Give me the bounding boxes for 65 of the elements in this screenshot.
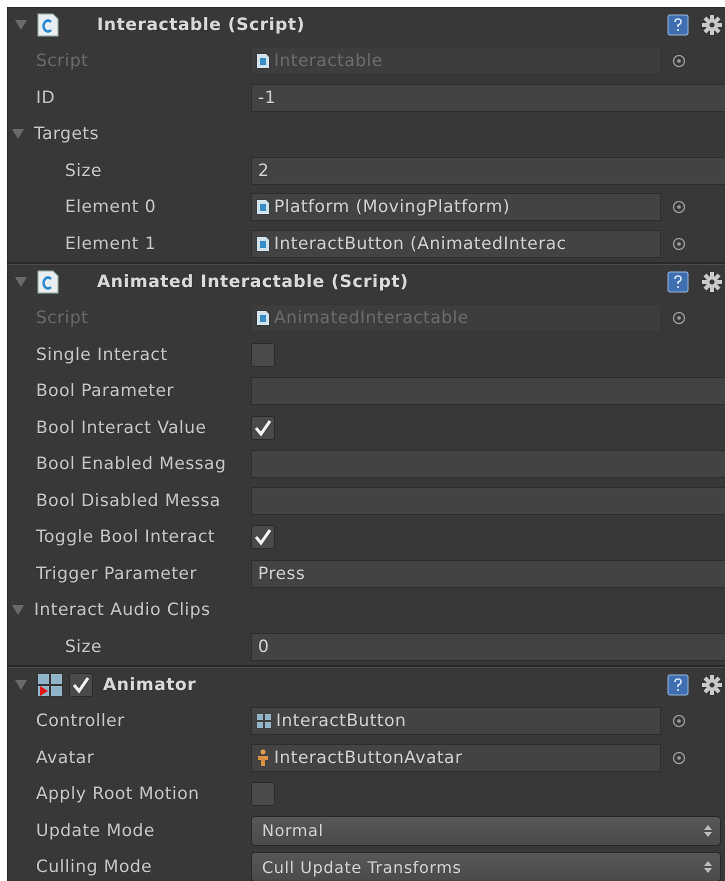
field-label: Single Interact <box>36 344 168 365</box>
grid-squares-icon <box>256 713 272 730</box>
settings-icon[interactable] <box>701 674 723 696</box>
checkbox[interactable] <box>251 525 275 550</box>
object-field[interactable]: InteractButton (AnimatedInterac <box>251 230 661 258</box>
foldout-arrow-icon[interactable] <box>12 128 24 140</box>
help-book-icon[interactable] <box>667 14 689 36</box>
field-label: Size <box>65 160 102 181</box>
script-file-icon <box>256 199 270 216</box>
foldout-arrow-icon[interactable] <box>15 19 27 31</box>
object-field[interactable]: Platform (MovingPlatform) <box>251 193 661 222</box>
field-label: Avatar <box>36 748 94 768</box>
field-label: Controller <box>36 711 125 732</box>
field-label: Element 1 <box>65 234 156 254</box>
field-label: Element 0 <box>65 197 156 218</box>
foldout-arrow-icon[interactable] <box>15 276 27 288</box>
field-label: Bool Parameter <box>36 381 174 402</box>
checkbox[interactable] <box>251 342 275 367</box>
field-label: Culling Mode <box>36 857 152 878</box>
field-label: Bool Disabled Messa <box>36 490 221 511</box>
object-picker-icon[interactable] <box>672 200 686 214</box>
script-file-icon <box>256 236 270 252</box>
field-label: Bool Interact Value <box>36 418 207 438</box>
checkbox[interactable] <box>251 782 275 806</box>
field-label: Apply Root Motion <box>36 784 200 804</box>
help-book-icon[interactable] <box>667 674 689 696</box>
component-title: Interactable (Script) <box>97 15 306 35</box>
object-picker-icon[interactable] <box>672 236 686 251</box>
field-label: Bool Enabled Messag <box>36 454 226 474</box>
script-file-icon <box>37 270 59 294</box>
text-field[interactable]: Press <box>251 560 725 588</box>
figure-icon <box>256 748 270 767</box>
object-picker-icon[interactable] <box>672 750 686 765</box>
field-label: Update Mode <box>36 820 155 841</box>
settings-icon[interactable] <box>701 14 723 36</box>
object-picker-icon[interactable] <box>672 311 686 326</box>
object-picker-icon[interactable] <box>672 714 686 728</box>
dropdown[interactable]: Cull Update Transforms <box>251 852 721 881</box>
settings-icon[interactable] <box>701 271 723 293</box>
text-field[interactable]: -1 <box>251 84 725 112</box>
checkbox[interactable] <box>251 416 275 440</box>
object-picker-icon[interactable] <box>672 54 686 68</box>
component-title: Animated Interactable (Script) <box>97 272 410 292</box>
enabled-checkbox[interactable] <box>69 673 93 697</box>
field-label: Toggle Bool Interact <box>36 527 215 548</box>
up-down-arrows-icon <box>704 860 712 874</box>
foldout-label[interactable]: Targets <box>34 124 99 144</box>
foldout-label[interactable]: Interact Audio Clips <box>34 600 210 620</box>
script-file-icon <box>256 310 270 326</box>
animator-icon <box>37 673 63 697</box>
field-label: Trigger Parameter <box>36 564 197 584</box>
field-label: ID <box>36 88 56 108</box>
script-file-icon <box>256 53 270 70</box>
up-down-arrows-icon <box>704 824 712 838</box>
field-label: Size <box>65 636 102 657</box>
text-field[interactable]: 0 <box>251 632 725 661</box>
script-file-icon <box>37 13 59 37</box>
foldout-arrow-icon[interactable] <box>15 679 27 691</box>
dropdown[interactable]: Normal <box>251 816 721 846</box>
help-book-icon[interactable] <box>667 271 689 293</box>
object-field[interactable]: InteractButton <box>251 707 661 736</box>
text-field[interactable]: 2 <box>251 156 725 185</box>
foldout-arrow-icon[interactable] <box>12 604 24 616</box>
component-title: Animator <box>103 675 198 695</box>
object-field[interactable]: InteractButtonAvatar <box>251 744 661 772</box>
